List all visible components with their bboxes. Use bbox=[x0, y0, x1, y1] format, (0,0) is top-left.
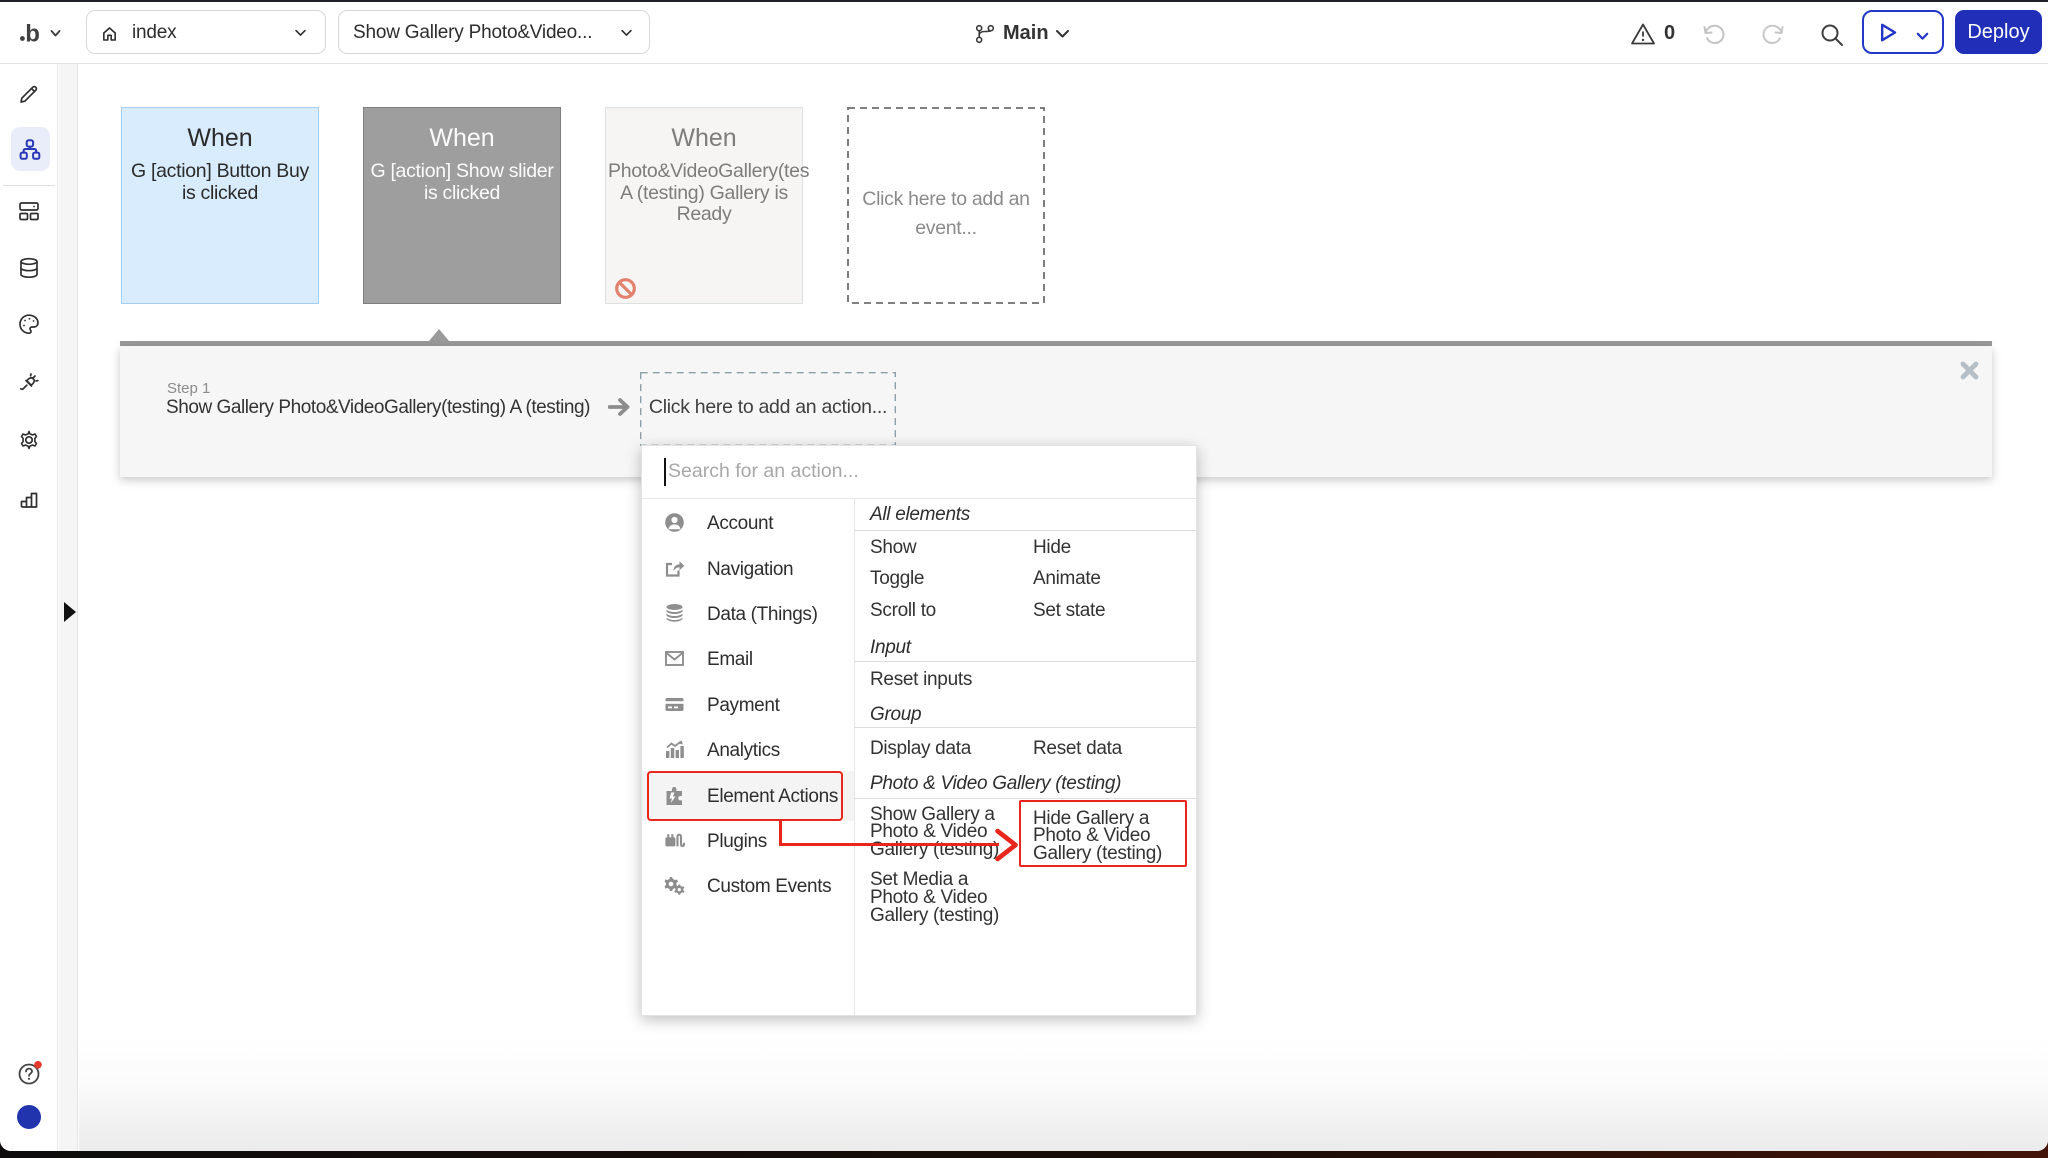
svg-text:b: b bbox=[25, 21, 40, 47]
